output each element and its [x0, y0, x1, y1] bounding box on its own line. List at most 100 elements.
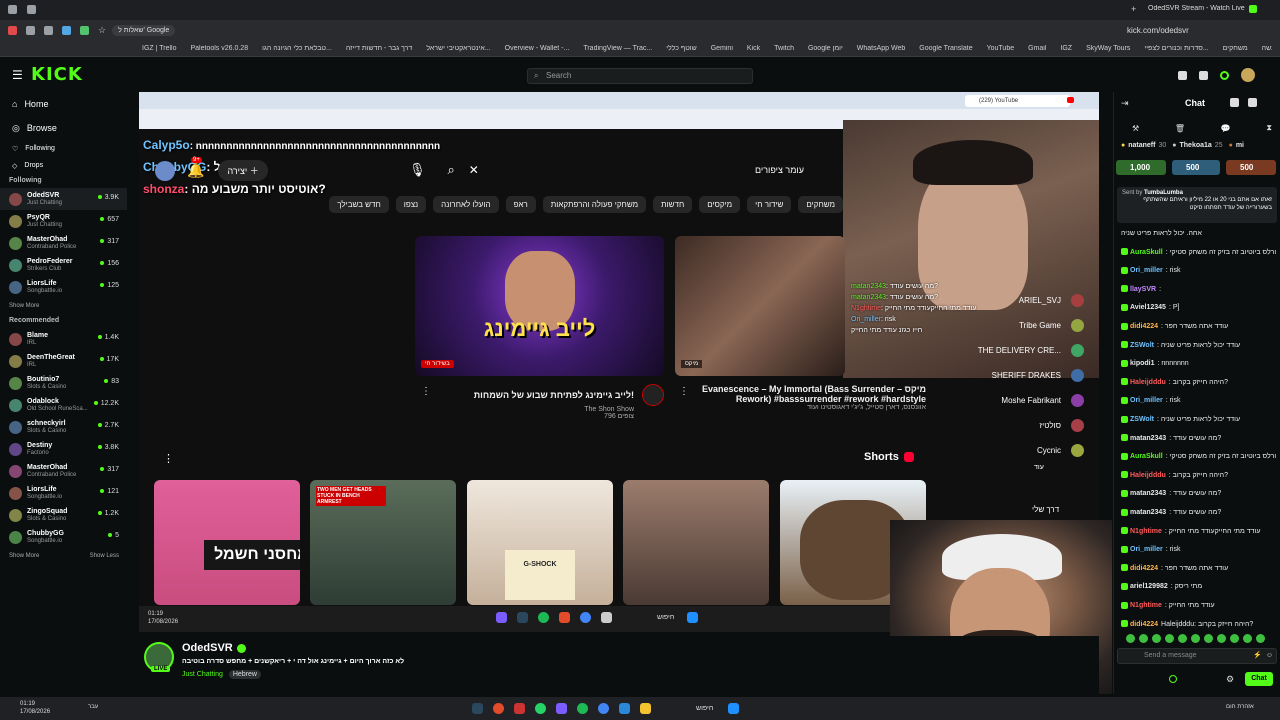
streamer-name[interactable]: OdedSVR: [182, 642, 233, 654]
chat-message[interactable]: AuraSkull: עודד תכתוב בגורלס ביוטיוב זה …: [1121, 248, 1276, 257]
bookmark-item[interactable]: Google יומן: [808, 45, 843, 52]
sidebar-channel[interactable]: Destiny Factorio 3.8K: [0, 438, 127, 460]
yt-more[interactable]: עוד: [1034, 464, 1044, 471]
chat-message[interactable]: Aviel12345: P]: [1121, 303, 1276, 312]
bookmark-item[interactable]: IGZ | Trello: [142, 45, 177, 52]
show-more-recommended[interactable]: Show More: [0, 548, 39, 564]
emote-icon[interactable]: [1243, 634, 1252, 643]
users-icon[interactable]: [1230, 98, 1239, 107]
show-more-following[interactable]: Show More: [0, 298, 127, 314]
short-thumbnail[interactable]: TWO MEN GET HEADS STUCK IN BENCH ARMREST: [310, 480, 456, 605]
nav-following[interactable]: ♡ Following: [0, 140, 127, 157]
bookmark-item[interactable]: YouTube: [987, 45, 1015, 52]
emote-icon[interactable]: [1204, 634, 1213, 643]
mic-icon[interactable]: 🎙: [409, 162, 426, 178]
hamburger-icon[interactable]: ☰: [12, 68, 23, 82]
yt-sub-channel[interactable]: ARIEL_SVJ: [954, 288, 1084, 313]
emote-icon[interactable]: [1139, 634, 1148, 643]
bookmark-item[interactable]: Twitch: [774, 45, 794, 52]
bookmark-item[interactable]: Google Translate: [919, 45, 972, 52]
send-chat-button[interactable]: Chat: [1245, 672, 1273, 686]
category-link[interactable]: Just Chatting: [182, 671, 223, 678]
more-icon[interactable]: ⋮: [421, 386, 431, 397]
chat-username[interactable]: Aviel12345: [1130, 304, 1166, 311]
sidebar-channel[interactable]: Odablock Old School RuneSca... 12.2K: [0, 394, 127, 416]
emote-icon[interactable]: [1191, 634, 1200, 643]
emote-icon[interactable]: [1217, 634, 1226, 643]
chat-message[interactable]: matan2343: מה עושים עודד?: [1121, 508, 1276, 517]
sidebar-channel[interactable]: PsyQR Just Chatting 657: [0, 210, 127, 232]
yt-sub-channel[interactable]: Cycnic: [954, 438, 1084, 463]
whatsapp-icon[interactable]: [535, 703, 546, 714]
popout-icon[interactable]: [1248, 98, 1257, 107]
notification-bell-icon[interactable]: 🔔 9+: [187, 157, 204, 179]
yt-section-browse[interactable]: דרך שלי: [1032, 505, 1059, 514]
gifter-name[interactable]: nataneff: [1128, 142, 1155, 149]
gifter-name[interactable]: mi: [1236, 142, 1244, 149]
chat-username[interactable]: ariel129982: [1130, 583, 1168, 590]
chat-message[interactable]: ZSWolt: עודד יכול לראות פריט שניה: [1121, 341, 1276, 350]
avatar[interactable]: [1241, 68, 1255, 82]
extension-icon[interactable]: [44, 26, 53, 35]
spotify-icon[interactable]: [538, 612, 549, 623]
google-chip[interactable]: שאלות ל' Google: [112, 25, 176, 36]
video-channel[interactable]: The Shon Show: [415, 406, 634, 413]
timer-icon[interactable]: ⧗: [1266, 123, 1272, 133]
points-icon[interactable]: [1169, 675, 1177, 683]
bookmark-item[interactable]: SkyWay Tours: [1086, 45, 1130, 52]
emote-icon[interactable]: [1152, 634, 1161, 643]
steam-icon[interactable]: [517, 612, 528, 623]
spotify-icon[interactable]: [577, 703, 588, 714]
windows-start-icon[interactable]: [728, 703, 740, 714]
bookmark-item[interactable]: Kick: [747, 45, 760, 52]
search-input[interactable]: ⌕ Search: [527, 68, 753, 84]
video-thumbnail[interactable]: מיקס: [675, 236, 845, 376]
windows-start-icon[interactable]: [687, 612, 699, 623]
tab-kick-stream[interactable]: OdedSVR Stream - Watch Live: [1148, 5, 1248, 12]
sidebar-channel[interactable]: Boutinio7 Slots & Casino 83: [0, 372, 127, 394]
extension-icon[interactable]: [8, 26, 17, 35]
chat-message[interactable]: N1ghtime: עודד מתי החייק: [1121, 601, 1276, 610]
video-thumbnail[interactable]: לייב גיימינג בשידור חי: [415, 236, 664, 376]
yt-filter-chip[interactable]: חדשות: [653, 196, 693, 213]
video-title[interactable]: לייב גיימינג לפתיחת שבוע של השמחות!: [474, 390, 634, 400]
emote-icon[interactable]: [1178, 634, 1187, 643]
chrome-icon[interactable]: [598, 703, 609, 714]
discord-icon[interactable]: [496, 612, 507, 623]
chat-username[interactable]: Ori_miller: [1130, 397, 1163, 404]
chat-input[interactable]: Send a message ⚡ ☺: [1117, 648, 1277, 664]
hammer-icon[interactable]: ⚒: [1132, 124, 1139, 133]
short-thumbnail[interactable]: מחסני חשמל: [154, 480, 300, 605]
show-less[interactable]: Show Less: [90, 548, 119, 564]
more-icon[interactable]: ⋮: [679, 386, 689, 397]
chat-message[interactable]: matan2343: מה עושים עודד?: [1121, 434, 1276, 443]
steam-icon[interactable]: [472, 703, 483, 714]
window-menu[interactable]: [8, 5, 46, 14]
chat-username[interactable]: AuraSkull: [1130, 249, 1163, 256]
tab-search-icon[interactable]: [27, 5, 36, 14]
chat-username[interactable]: Haleijdddu: [1130, 472, 1166, 479]
bookmark-item[interactable]: אינטראקטיבי ישראל...: [426, 45, 490, 52]
yt-filter-chip[interactable]: משחקים: [798, 196, 843, 213]
chat-username[interactable]: AuraSkull: [1130, 453, 1163, 460]
browser-menu-icon[interactable]: [8, 5, 17, 14]
chrome-icon[interactable]: [580, 612, 591, 623]
sidebar-channel[interactable]: schneckyirl Slots & Casino 2.7K: [0, 416, 127, 438]
trash-icon[interactable]: 🗑: [1175, 124, 1185, 133]
yt-filter-chip[interactable]: ראפ: [505, 196, 536, 213]
sidebar-channel[interactable]: MasterOhad Contraband Police 317: [0, 232, 127, 254]
app-icon[interactable]: [559, 612, 570, 623]
chat-message[interactable]: llaySVR:: [1121, 285, 1276, 294]
bookmark-item[interactable]: דרך גבר - חדשות דייזה: [346, 45, 412, 52]
chat-username[interactable]: ZSWolt: [1130, 416, 1154, 423]
bookmark-item[interactable]: Overview - Wallet -...: [505, 45, 570, 52]
chat-message[interactable]: didi4224: עודד אתה משדר חפר: [1121, 564, 1276, 573]
avatar[interactable]: [642, 384, 664, 406]
discord-icon[interactable]: [556, 703, 567, 714]
chat-username[interactable]: Haleijdddu: [1130, 379, 1166, 386]
bookmark-item[interactable]: Gmail: [1028, 45, 1046, 52]
collapse-chat-icon[interactable]: ⇥: [1121, 98, 1129, 109]
sidebar-channel[interactable]: MasterOhad Contraband Police 317: [0, 460, 127, 482]
pinned-message[interactable]: Sent by TumbaLumba זאתו אם אתם בני 20 או…: [1117, 187, 1277, 223]
gift-badge-1000[interactable]: 1,000: [1116, 160, 1166, 175]
